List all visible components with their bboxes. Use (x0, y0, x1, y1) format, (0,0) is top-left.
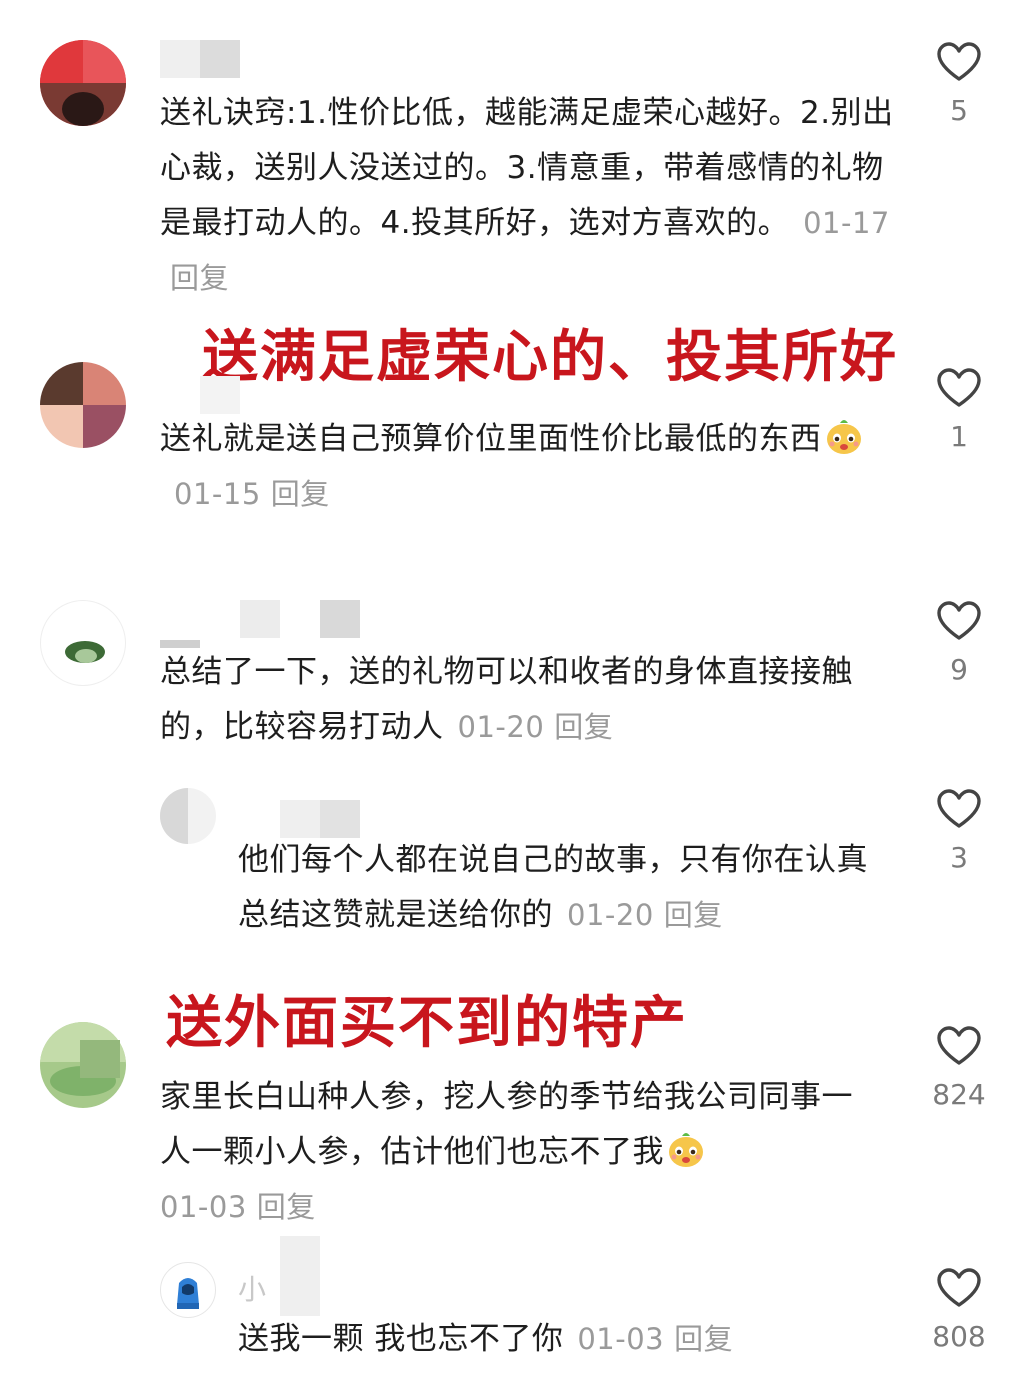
like-button[interactable]: 808 (919, 1268, 999, 1353)
user-avatar[interactable] (160, 1262, 216, 1318)
smiling-face-emoji-icon (826, 420, 861, 454)
heart-outline-icon (937, 42, 981, 81)
red-annotation: 送外面买不到的特产 (166, 991, 688, 1056)
like-button[interactable]: 5 (919, 42, 999, 127)
reply-button[interactable]: 回复 (271, 477, 330, 511)
comment-body: 送礼诀窍:1.性价比低，越能满足虚荣心越好。2.别出心裁，送别人没送过的。3.情… (160, 95, 894, 241)
username-initial[interactable]: 小 (238, 1268, 266, 1308)
hoodie-avatar-icon (177, 1278, 199, 1309)
comment-text: 送礼就是送自己预算价位里面性价比最低的东西 01-15 回复 (160, 412, 880, 522)
comment-date: 01-17 (803, 206, 890, 240)
comment-text: 送礼诀窍:1.性价比低，越能满足虚荣心越好。2.别出心裁，送别人没送过的。3.情… (160, 86, 900, 306)
heart-outline-icon (937, 1026, 981, 1065)
reply-button[interactable]: 回复 (674, 1322, 733, 1356)
comment-date: 01-03 (160, 1190, 247, 1224)
comment-text: 总结了一下，送的礼物可以和收者的身体直接接触的，比较容易打动人 01-20 回复 (160, 645, 880, 755)
comment-body: 送礼就是送自己预算价位里面性价比最低的东西 (160, 421, 822, 457)
comment-date: 01-03 (577, 1322, 665, 1356)
like-count: 824 (932, 1078, 986, 1111)
like-count: 3 (950, 841, 968, 874)
reply-button[interactable]: 回复 (664, 898, 723, 932)
like-button[interactable]: 1 (919, 368, 999, 453)
comment-text: 他们每个人都在说自己的故事，只有你在认真总结这赞就是送给你的 01-20 回复 (238, 833, 888, 943)
username-blurred[interactable] (160, 600, 360, 638)
like-count: 9 (950, 653, 968, 686)
user-avatar[interactable] (40, 362, 126, 448)
reply-button[interactable]: 回复 (257, 1190, 316, 1224)
user-avatar[interactable] (160, 788, 216, 844)
comment-text: 家里长白山种人参，挖人参的季节给我公司同事一人一颗小人参，估计他们也忘不了我 01… (160, 1070, 880, 1235)
heart-outline-icon (937, 789, 981, 828)
like-count: 5 (950, 94, 968, 127)
comment-date: 01-20 (457, 710, 545, 744)
heart-outline-icon (937, 368, 981, 407)
username-blurred[interactable] (280, 1236, 320, 1316)
user-avatar[interactable] (40, 40, 126, 126)
like-count: 1 (950, 420, 968, 453)
like-button[interactable]: 3 (919, 789, 999, 874)
comment-body: 家里长白山种人参，挖人参的季节给我公司同事一人一颗小人参，估计他们也忘不了我 (160, 1079, 853, 1170)
like-button[interactable]: 9 (919, 601, 999, 686)
like-button[interactable]: 824 (919, 1026, 999, 1111)
comment-date: 01-20 (567, 898, 654, 932)
username-blurred[interactable] (160, 40, 240, 78)
comment-date: 01-15 (174, 477, 261, 511)
comment-text: 送我一颗 我也忘不了你 01-03 回复 (238, 1312, 888, 1367)
like-count: 808 (932, 1320, 986, 1353)
user-avatar[interactable] (40, 600, 126, 686)
red-annotation: 送满足虚荣心的、投其所好 (202, 325, 898, 390)
smiling-face-emoji-icon (669, 1133, 703, 1167)
username-blurred[interactable] (80, 1040, 120, 1078)
heart-outline-icon (937, 601, 981, 640)
heart-outline-icon (937, 1268, 981, 1307)
reply-button[interactable]: 回复 (554, 710, 613, 744)
comment-body: 送我一颗 我也忘不了你 (238, 1321, 564, 1357)
reply-button[interactable]: 回复 (170, 261, 229, 295)
username-blurred[interactable] (200, 376, 240, 414)
